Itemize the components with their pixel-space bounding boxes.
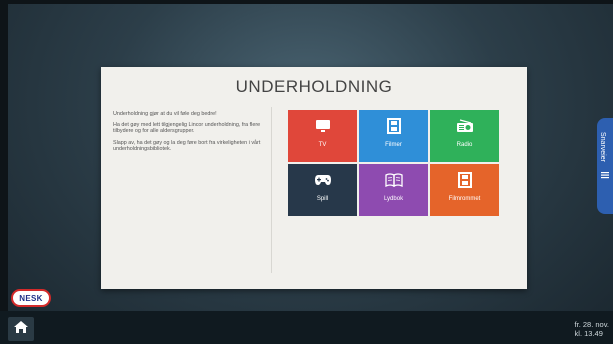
top-frame	[0, 0, 613, 4]
tv-icon	[315, 118, 331, 134]
entertainment-panel: UNDERHOLDNING Underholdning gjør at du v…	[101, 67, 527, 289]
home-button[interactable]	[8, 317, 34, 341]
tile-label: Radio	[456, 142, 473, 148]
book-icon	[384, 172, 403, 188]
tile-tv[interactable]: TV	[288, 110, 357, 162]
intro-paragraph: Underholdning gjør at du vil føle deg be…	[113, 111, 217, 117]
tile-spill[interactable]: Spill	[288, 164, 357, 216]
logo-text: NESK	[19, 293, 43, 303]
film-icon	[386, 118, 401, 134]
tile-filmrommet[interactable]: Filmrommet	[430, 164, 499, 216]
tile-radio[interactable]: Radio	[430, 110, 499, 162]
home-icon	[13, 320, 29, 339]
radio-icon	[456, 118, 474, 134]
left-frame	[0, 0, 8, 344]
tile-label: Filmrommet	[448, 196, 481, 202]
shortcuts-tab[interactable]: Snarveier	[597, 118, 613, 214]
tile-label: TV	[318, 142, 327, 148]
tile-filmer[interactable]: Filmer	[359, 110, 428, 162]
tile-grid: TV Filmer Radio Spill Lydbok Filmrommet	[288, 110, 499, 216]
intro-text: Underholdning gjør at du vil føle deg be…	[113, 111, 263, 157]
film-icon	[457, 172, 472, 188]
intro-paragraph: Ha det gøy med lett tilgjengelig Lincor …	[113, 122, 261, 135]
page-title: UNDERHOLDNING	[235, 77, 393, 96]
gamepad-icon	[314, 172, 332, 188]
tile-label: Spill	[316, 196, 329, 202]
divider	[271, 107, 272, 273]
tile-label: Lydbok	[383, 196, 404, 202]
shortcuts-label: Snarveier	[599, 132, 606, 162]
time-text: kl. 13.49	[574, 329, 603, 338]
bottom-bar	[0, 311, 613, 344]
tile-label: Filmer	[385, 142, 402, 148]
menu-icon	[601, 166, 609, 184]
datetime: fr. 28. nov. kl. 13.49	[575, 320, 609, 338]
intro-paragraph: Slapp av, ha det gøy og la deg føre bort…	[113, 139, 261, 152]
tile-lydbok[interactable]: Lydbok	[359, 164, 428, 216]
nesk-logo: NESK	[11, 289, 51, 307]
date-text: fr. 28. nov.	[574, 320, 609, 329]
